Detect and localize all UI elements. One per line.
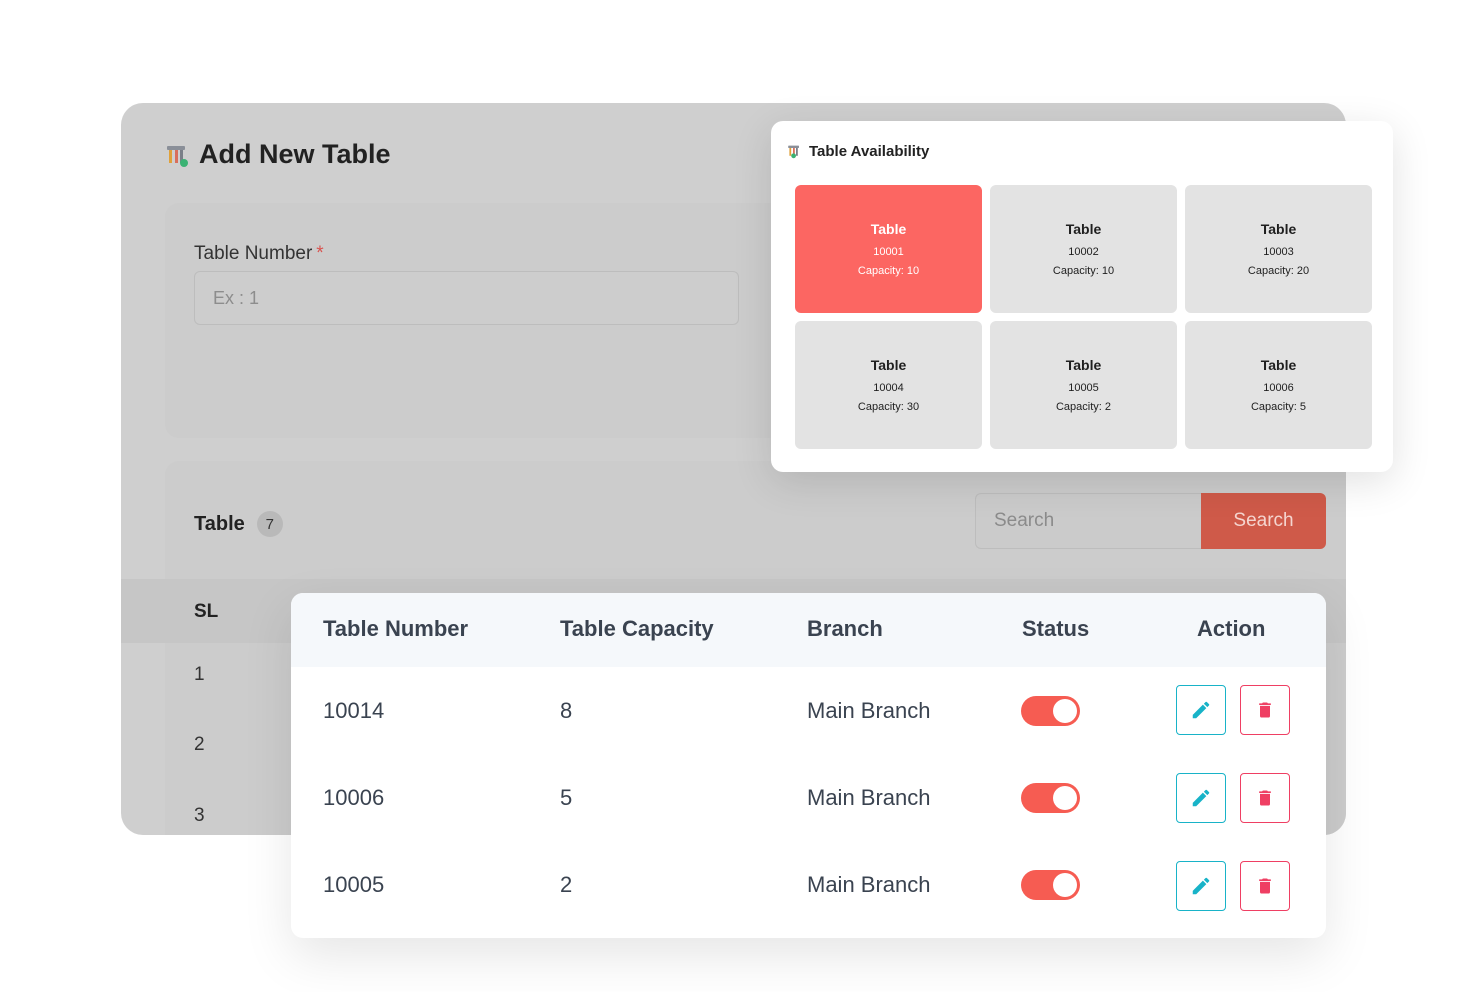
edit-button[interactable] bbox=[1176, 861, 1226, 911]
tile-capacity: Capacity: 2 bbox=[1055, 401, 1112, 413]
sl-column-header: SL bbox=[194, 601, 219, 622]
tile-number: 10004 bbox=[873, 382, 904, 394]
availability-tile-10003[interactable]: Table 10003 Capacity: 20 bbox=[1185, 185, 1372, 313]
cell-branch: Main Branch bbox=[807, 872, 931, 897]
cell-table-capacity: 2 bbox=[560, 872, 573, 897]
table-list: Table Number Table Capacity Branch Statu… bbox=[291, 593, 1326, 938]
pencil-icon bbox=[1192, 701, 1210, 719]
table-row: 10005 2 Main Branch bbox=[291, 842, 1326, 930]
trash-icon bbox=[1259, 790, 1271, 806]
availability-tile-10005[interactable]: Table 10005 Capacity: 2 bbox=[990, 321, 1177, 449]
column-header-table-number: Table Number bbox=[323, 616, 469, 641]
table-list-header: Table 7 bbox=[194, 511, 283, 537]
table-count-badge: 7 bbox=[256, 511, 283, 537]
column-header-action: Action bbox=[1197, 616, 1266, 641]
availability-tile-10002[interactable]: Table 10002 Capacity: 10 bbox=[990, 185, 1177, 313]
status-toggle[interactable] bbox=[1021, 870, 1080, 900]
tile-label: Table bbox=[870, 357, 907, 373]
page-header: Add New Table bbox=[165, 139, 391, 170]
tile-label: Table bbox=[1065, 221, 1102, 237]
column-header-branch: Branch bbox=[807, 616, 883, 641]
availability-grid: Table 10001 Capacity: 10 Table 10002 Cap… bbox=[795, 185, 1372, 449]
table-number-label-text: Table Number bbox=[194, 243, 313, 264]
sl-cell: 3 bbox=[194, 805, 205, 826]
availability-tile-10004[interactable]: Table 10004 Capacity: 30 bbox=[795, 321, 982, 449]
tile-number: 10005 bbox=[1068, 382, 1099, 394]
cell-table-number: 10005 bbox=[323, 872, 385, 897]
tile-label: Table bbox=[1260, 221, 1297, 237]
cell-branch: Main Branch bbox=[807, 785, 931, 810]
availability-title: Table Availability bbox=[809, 142, 930, 160]
stage: Add New Table Table Number* Table 7 Sear… bbox=[0, 0, 1467, 992]
trash-icon bbox=[1259, 702, 1271, 718]
cell-branch: Main Branch bbox=[807, 698, 931, 723]
search-input[interactable] bbox=[975, 493, 1201, 549]
cell-table-number: 10006 bbox=[323, 785, 385, 810]
toggle-knob bbox=[1053, 873, 1077, 897]
delete-button[interactable] bbox=[1240, 861, 1290, 911]
toggle-knob bbox=[1053, 786, 1077, 810]
tile-capacity: Capacity: 10 bbox=[857, 265, 920, 277]
pencil-icon bbox=[1192, 789, 1210, 807]
table-icon bbox=[165, 144, 188, 167]
tile-number: 10006 bbox=[1263, 382, 1294, 394]
trash-icon bbox=[1259, 878, 1271, 894]
availability-tile-10001[interactable]: Table 10001 Capacity: 10 bbox=[795, 185, 982, 313]
status-toggle[interactable] bbox=[1021, 696, 1080, 726]
column-header-table-capacity: Table Capacity bbox=[560, 616, 714, 641]
tile-label: Table bbox=[1065, 357, 1102, 373]
required-marker: * bbox=[316, 243, 324, 264]
table-row: 10014 8 Main Branch bbox=[291, 667, 1326, 755]
availability-header: Table Availability bbox=[787, 140, 929, 162]
table-row: 10006 5 Main Branch bbox=[291, 755, 1326, 843]
delete-button[interactable] bbox=[1240, 773, 1290, 823]
tile-capacity: Capacity: 10 bbox=[1052, 265, 1115, 277]
sl-cell: 2 bbox=[194, 734, 205, 755]
edit-button[interactable] bbox=[1176, 685, 1226, 735]
edit-button[interactable] bbox=[1176, 773, 1226, 823]
pencil-icon bbox=[1192, 877, 1210, 895]
availability-tile-10006[interactable]: Table 10006 Capacity: 5 bbox=[1185, 321, 1372, 449]
sl-cell: 1 bbox=[194, 664, 205, 685]
tile-label: Table bbox=[1260, 357, 1297, 373]
tile-capacity: Capacity: 20 bbox=[1247, 265, 1310, 277]
cell-table-capacity: 5 bbox=[560, 785, 573, 810]
status-toggle[interactable] bbox=[1021, 783, 1080, 813]
tile-capacity: Capacity: 30 bbox=[857, 401, 920, 413]
table-list-title: Table bbox=[194, 512, 245, 535]
tile-label: Table bbox=[870, 221, 907, 237]
table-number-input[interactable] bbox=[194, 271, 739, 325]
table-header-row: Table Number Table Capacity Branch Statu… bbox=[291, 593, 1326, 667]
table-number-label: Table Number * bbox=[194, 243, 324, 265]
column-header-status: Status bbox=[1022, 616, 1090, 641]
add-table-form: Table Number * bbox=[165, 203, 805, 438]
tile-number: 10002 bbox=[1068, 246, 1099, 258]
table-icon bbox=[787, 144, 799, 159]
table-availability-popup: Table Availability Table 10001 Capacity:… bbox=[771, 121, 1393, 472]
page-title: Add New Table bbox=[199, 139, 391, 169]
tile-number: 10001 bbox=[873, 246, 904, 258]
cell-table-number: 10014 bbox=[323, 698, 385, 723]
tile-capacity: Capacity: 5 bbox=[1250, 401, 1307, 413]
search-button[interactable]: Search bbox=[1201, 493, 1326, 549]
tile-number: 10003 bbox=[1263, 246, 1294, 258]
cell-table-capacity: 8 bbox=[560, 698, 573, 723]
toggle-knob bbox=[1053, 699, 1077, 723]
delete-button[interactable] bbox=[1240, 685, 1290, 735]
